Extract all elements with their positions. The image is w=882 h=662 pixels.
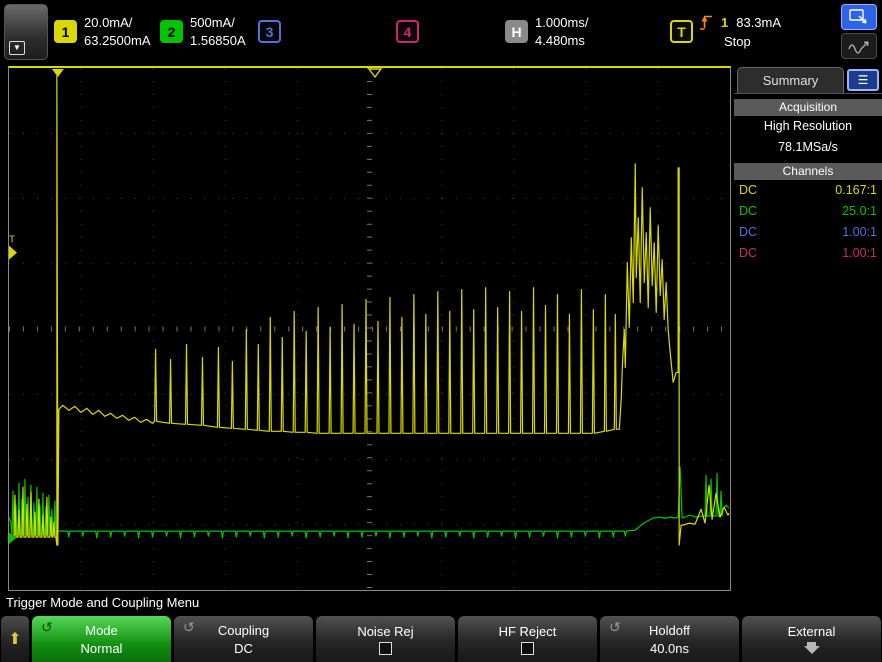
softkey-label: External (788, 624, 836, 639)
up-arrow-icon: ⬆ (8, 629, 21, 649)
softkey-bar: ⬆ ↺ Mode Normal ↺ Coupling DC Noise Rej … (0, 615, 882, 662)
list-icon: ☰ (858, 73, 869, 87)
sidebar-tab-row: Summary ☰ (734, 66, 882, 94)
top-status-bar: ▼ 1 20.0mA/ 63.2500mA 2 500mA/ 1.56850A … (0, 0, 882, 63)
channel2-scale: 500mA/ (190, 16, 246, 30)
channel3-status: 3 (258, 6, 281, 57)
softkey-label: Noise Rej (357, 624, 413, 639)
horizontal-scale: 1.000ms/ (535, 16, 588, 30)
cycle-icon: ↺ (41, 620, 53, 635)
channels-header: Channels (734, 163, 882, 180)
channel1-coupling: DC (739, 180, 757, 201)
trigger-source: 1 (721, 16, 728, 30)
dropdown-arrow-icon: ▼ (9, 41, 25, 55)
run-state: Stop (724, 35, 781, 49)
channel1-scale: 20.0mA/ (84, 16, 151, 30)
acquisition-mode: High Resolution (734, 116, 882, 137)
tab-summary[interactable]: Summary (737, 67, 844, 93)
summary-sidebar: Summary ☰ Acquisition High Resolution 78… (734, 66, 882, 591)
trigger-badge[interactable]: T (670, 20, 693, 43)
channel3-coupling: DC (739, 222, 757, 243)
trigger-level-marker[interactable] (9, 246, 17, 260)
waveform-display-area[interactable]: T (8, 66, 731, 591)
channel4-info-row: DC 1.00:1 (734, 243, 882, 264)
channel4-coupling: DC (739, 243, 757, 264)
touch-zones-button[interactable] (841, 4, 877, 30)
waveform-display: T (9, 68, 730, 590)
channel4-probe-ratio: 1.00:1 (842, 243, 877, 264)
trigger-level: 83.3mA (736, 16, 781, 30)
touch-icon (849, 9, 869, 25)
acquisition-header: Acquisition (734, 99, 882, 116)
trigger-time-marker[interactable] (52, 69, 64, 77)
channel1-badge[interactable]: 1 (54, 20, 77, 43)
channel1-offset: 63.2500mA (84, 34, 151, 48)
softkey-coupling[interactable]: ↺ Coupling DC (174, 616, 313, 662)
channel3-badge[interactable]: 3 (258, 20, 281, 43)
softkey-value: 40.0ns (650, 641, 689, 656)
softkey-hf-reject[interactable]: HF Reject (458, 616, 597, 662)
channel4-status: 4 (396, 6, 419, 57)
trigger-level-label: T (9, 235, 15, 246)
main-menu-button[interactable]: ▼ (4, 4, 48, 60)
horizontal-delay: 4.480ms (535, 34, 588, 48)
back-softkey[interactable]: ⬆ (1, 616, 29, 662)
softkey-holdoff[interactable]: ↺ Holdoff 40.0ns (600, 616, 739, 662)
softkey-label: Coupling (218, 623, 269, 638)
time-reference-marker[interactable] (369, 69, 381, 77)
waveform-arrow-icon (848, 38, 870, 54)
softkey-external[interactable]: External (742, 616, 881, 662)
softkey-value: Normal (81, 641, 123, 656)
channel1-info-row: DC 0.167:1 (734, 180, 882, 201)
waveform-arrow-button[interactable] (841, 33, 877, 59)
channel2-trace (9, 467, 729, 538)
channel2-info-row: DC 25.0:1 (734, 201, 882, 222)
channel2-status: 2 500mA/ 1.56850A (160, 6, 246, 57)
sample-rate: 78.1MSa/s (734, 137, 882, 158)
horizontal-badge[interactable]: H (505, 20, 528, 43)
oscilloscope-screen: ▼ 1 20.0mA/ 63.2500mA 2 500mA/ 1.56850A … (0, 0, 882, 662)
channel2-badge[interactable]: 2 (160, 20, 183, 43)
noise-rej-checkbox[interactable] (379, 642, 392, 655)
channel2-offset: 1.56850A (190, 34, 246, 48)
channel2-probe-ratio: 25.0:1 (842, 201, 877, 222)
horizontal-status: H 1.000ms/ 4.480ms (505, 6, 588, 57)
softkey-noise-rej[interactable]: Noise Rej (316, 616, 455, 662)
menu-title: Trigger Mode and Coupling Menu (0, 591, 882, 614)
channel3-probe-ratio: 1.00:1 (842, 222, 877, 243)
channel2-coupling: DC (739, 201, 757, 222)
channel4-badge[interactable]: 4 (396, 20, 419, 43)
cycle-icon: ↺ (609, 620, 621, 635)
softkey-mode[interactable]: ↺ Mode Normal (32, 616, 171, 662)
trigger-status: T 1 83.3mA Stop (670, 6, 781, 57)
sidebar-menu-button[interactable]: ☰ (847, 69, 879, 91)
channel1-status: 1 20.0mA/ 63.2500mA (54, 6, 151, 57)
submenu-down-arrow-icon (804, 642, 820, 654)
channel3-info-row: DC 1.00:1 (734, 222, 882, 243)
softkey-label: HF Reject (499, 624, 557, 639)
channel1-probe-ratio: 0.167:1 (835, 180, 877, 201)
hf-reject-checkbox[interactable] (521, 642, 534, 655)
softkey-label: Holdoff (649, 623, 690, 638)
rising-edge-trigger-icon (700, 15, 713, 31)
cycle-icon: ↺ (183, 620, 195, 635)
softkey-value: DC (234, 641, 253, 656)
softkey-label: Mode (85, 623, 118, 638)
